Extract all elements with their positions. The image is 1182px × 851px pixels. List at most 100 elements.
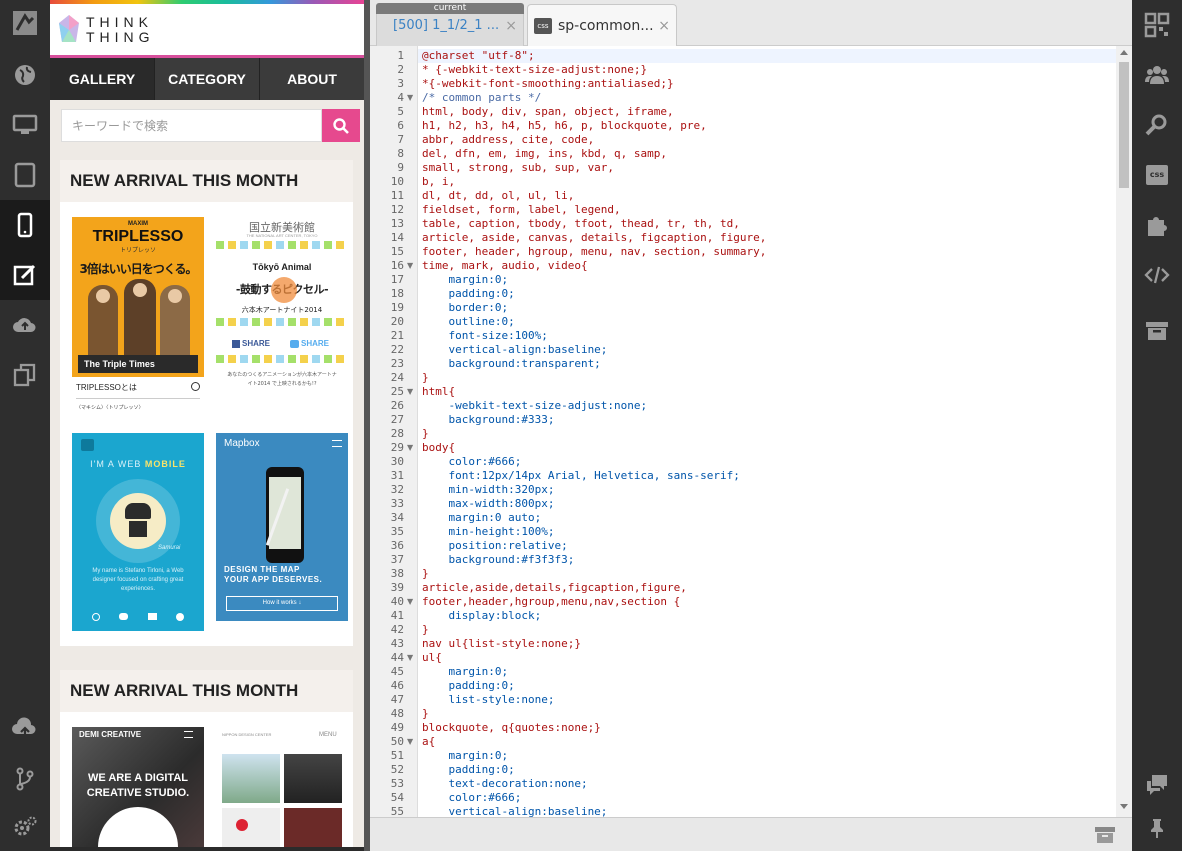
puzzle-icon[interactable] (1132, 200, 1182, 250)
nav-about[interactable]: ABOUT (260, 58, 364, 100)
search-button[interactable] (322, 109, 360, 142)
code-line[interactable]: padding:0; (422, 679, 514, 693)
dribbble-icon[interactable] (92, 613, 100, 621)
behance-icon[interactable] (147, 613, 157, 620)
code-line[interactable]: article,aside,details,figcaption,figure, (422, 581, 687, 595)
fold-arrow-icon[interactable]: ▼ (407, 441, 413, 455)
thumb-mapbox[interactable]: Mapbox DESIGN THE MAP YOUR APP DESERVES.… (216, 433, 348, 621)
tab-sp-common-css[interactable]: css sp-common... × (527, 4, 677, 46)
code-line[interactable]: * {-webkit-text-size-adjust:none;} (422, 63, 647, 77)
code-line[interactable]: html{ (422, 385, 455, 399)
globe-icon[interactable] (0, 50, 50, 100)
code-line[interactable]: footer, header, hgroup, menu, nav, secti… (422, 245, 766, 259)
code-line[interactable]: -webkit-text-size-adjust:none; (422, 399, 647, 413)
code-line[interactable]: min-height:100%; (422, 525, 554, 539)
code-line[interactable]: time, mark, audio, video{ (422, 259, 588, 273)
fold-arrow-icon[interactable]: ▼ (407, 385, 413, 399)
desktop-icon[interactable] (0, 100, 50, 150)
smartphone-icon[interactable] (0, 200, 50, 250)
vertical-scrollbar[interactable] (1116, 46, 1132, 817)
code-line[interactable]: html, body, div, span, object, iframe, (422, 105, 674, 119)
thumb-web-mobile[interactable]: I'M A WEB MOBILE Samurai My name is Stef… (72, 433, 204, 631)
code-line[interactable]: margin:0; (422, 749, 508, 763)
code-line[interactable]: abbr, address, cite, code, (422, 133, 594, 147)
code-line[interactable]: /* common parts */ (422, 91, 541, 105)
edit-icon[interactable] (0, 250, 50, 300)
archive-icon[interactable] (1132, 306, 1182, 356)
code-line[interactable]: b, i, (422, 175, 455, 189)
nact-share-tw[interactable]: SHARE (301, 339, 329, 348)
code-line[interactable]: list-style:none; (422, 693, 554, 707)
scrollbar-thumb[interactable] (1119, 62, 1129, 188)
mapbox-button[interactable]: How it works ↓ (226, 596, 338, 611)
code-line[interactable]: } (422, 623, 429, 637)
close-icon[interactable]: × (658, 18, 670, 34)
code-line[interactable]: ul{ (422, 651, 442, 665)
triplesso-link[interactable]: TRIPLESSOとは (76, 382, 137, 393)
code-line[interactable]: display:block; (422, 609, 541, 623)
code-line[interactable]: blockquote, q{quotes:none;} (422, 721, 601, 735)
twitter-icon[interactable] (119, 613, 129, 620)
nav-category[interactable]: CATEGORY (155, 58, 260, 100)
fold-arrow-icon[interactable]: ▼ (407, 595, 413, 609)
code-line[interactable]: background:transparent; (422, 357, 600, 371)
fold-arrow-icon[interactable]: ▼ (407, 91, 413, 105)
code-line[interactable]: padding:0; (422, 763, 514, 777)
code-line[interactable]: } (422, 707, 429, 721)
code-line[interactable]: article, aside, canvas, details, figcapt… (422, 231, 766, 245)
code-line[interactable]: nav ul{list-style:none;} (422, 637, 581, 651)
pinterest-icon[interactable] (175, 613, 184, 621)
code-icon[interactable] (1132, 250, 1182, 300)
fold-arrow-icon[interactable]: ▼ (407, 651, 413, 665)
nact-share-fb[interactable]: SHARE (242, 339, 270, 348)
scroll-down-icon[interactable] (1120, 804, 1128, 809)
css-icon[interactable]: css (1132, 150, 1182, 200)
code-line[interactable]: } (422, 427, 429, 441)
code-line[interactable]: text-decoration:none; (422, 777, 587, 791)
site-logo[interactable]: THINK THING (86, 15, 155, 45)
code-line[interactable]: margin:0; (422, 665, 508, 679)
archive-box-icon[interactable] (1094, 826, 1116, 844)
code-line[interactable]: font-size:100%; (422, 329, 547, 343)
close-icon[interactable]: × (505, 18, 517, 34)
code-line[interactable]: outline:0; (422, 315, 514, 329)
code-line[interactable]: table, caption, tbody, tfoot, thead, tr,… (422, 217, 740, 231)
fold-arrow-icon[interactable]: ▼ (407, 735, 413, 749)
hamburger-icon[interactable] (184, 731, 193, 738)
code-line[interactable]: del, dfn, em, img, ins, kbd, q, samp, (422, 147, 667, 161)
thumb-demi[interactable]: DEMI CREATIVE WE ARE A DIGITAL CREATIVE … (72, 727, 204, 847)
scroll-up-icon[interactable] (1120, 50, 1128, 55)
code-line[interactable]: border:0; (422, 301, 508, 315)
code-line[interactable]: footer,header,hgroup,menu,nav,section { (422, 595, 680, 609)
search-icon[interactable] (1132, 100, 1182, 150)
thumb-nact[interactable]: 国立新美術館 THE NATIONAL ART CENTER, TOKYO Tō… (216, 217, 348, 415)
code-line[interactable]: max-width:800px; (422, 497, 554, 511)
code-line[interactable]: small, strong, sub, sup, var, (422, 161, 614, 175)
search-input[interactable]: キーワードで検索 (61, 109, 322, 142)
code-line[interactable]: } (422, 371, 429, 385)
nippon-menu[interactable]: MENU (319, 732, 337, 738)
code-line[interactable]: body{ (422, 441, 455, 455)
code-editor[interactable]: 1 2 3 4 ▼ 5 6 7 8 9 10 11 12 13 14 15 16 ▼ 17 18 19 20 21 22 23 2… (370, 46, 1132, 817)
code-line[interactable]: position:relative; (422, 539, 567, 553)
hamburger-icon[interactable] (332, 440, 342, 447)
settings-icon[interactable] (0, 801, 50, 851)
thumb-triplesso[interactable]: MAXIM TRIPLESSO トリプレッソ 3倍はいい日をつくる。 The T… (72, 217, 204, 415)
qr-code-icon[interactable] (1132, 0, 1182, 50)
nav-gallery[interactable]: GALLERY (50, 58, 155, 100)
users-icon[interactable] (1132, 50, 1182, 100)
cloud-up-icon[interactable] (0, 704, 50, 754)
code-line[interactable]: background:#f3f3f3; (422, 553, 574, 567)
logo-icon[interactable] (0, 0, 50, 46)
code-line[interactable]: } (422, 567, 429, 581)
tablet-icon[interactable] (0, 150, 50, 200)
code-line[interactable]: @charset "utf-8"; (422, 49, 535, 63)
code-line[interactable]: fieldset, form, label, legend, (422, 203, 621, 217)
cloud-upload-icon[interactable] (0, 300, 50, 350)
code-line[interactable]: padding:0; (422, 287, 514, 301)
code-line[interactable]: margin:0; (422, 273, 508, 287)
code-line[interactable]: *{-webkit-font-smoothing:antialiased;} (422, 77, 674, 91)
code-line[interactable]: color:#666; (422, 455, 521, 469)
code-line[interactable]: dl, dt, dd, ol, ul, li, (422, 189, 574, 203)
fold-arrow-icon[interactable]: ▼ (407, 259, 413, 273)
